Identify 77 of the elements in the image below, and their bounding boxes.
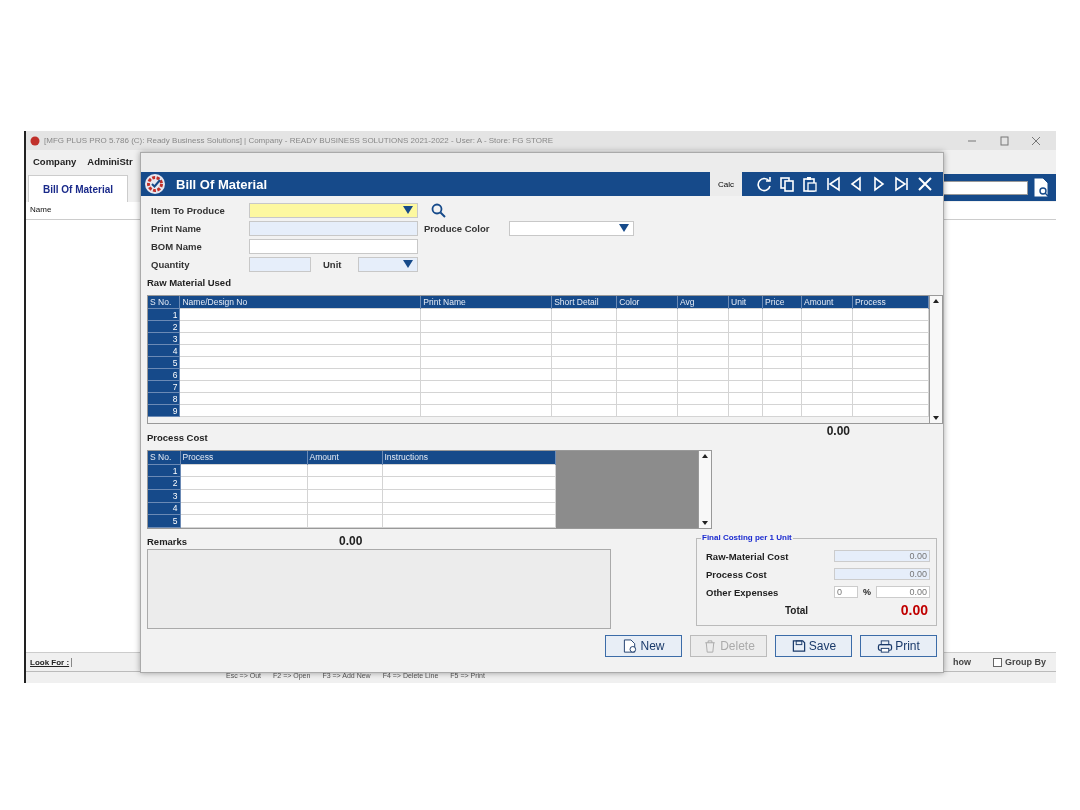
show-label: how xyxy=(953,657,971,667)
refresh-icon[interactable] xyxy=(756,176,772,192)
window-title: [MFG PLUS PRO 5.786 (C): Ready Business Solutions] | Company - READY BUSINESS SOLUTIONS 2021-2022 - User: A - Store: FG STORE xyxy=(44,136,554,145)
column-header[interactable]: Amount xyxy=(801,296,853,309)
column-header[interactable]: Print Name xyxy=(420,296,552,309)
scrollbar[interactable] xyxy=(930,295,943,424)
checkbox[interactable] xyxy=(993,657,1002,667)
total-amount: 0.00 xyxy=(339,534,363,548)
new-document-icon xyxy=(622,638,639,654)
field-label: Produce Color xyxy=(424,222,491,234)
number-field[interactable] xyxy=(249,256,311,272)
column-header[interactable]: S No. xyxy=(148,296,180,309)
field-label: Quantity xyxy=(151,258,191,270)
column-header[interactable]: Process xyxy=(180,451,307,465)
text-field[interactable] xyxy=(249,220,418,236)
panel-title: Final Costing per 1 Unit xyxy=(701,533,793,542)
field-label: Unit xyxy=(323,258,343,270)
dropdown-arrow-icon[interactable] xyxy=(619,224,629,232)
column-header[interactable]: Avg xyxy=(677,296,729,309)
last-record-icon[interactable] xyxy=(894,176,910,192)
next-icon[interactable] xyxy=(871,176,887,192)
field-label: Process Cost xyxy=(706,568,768,580)
close-icon[interactable] xyxy=(917,176,933,192)
remarks-label: Remarks xyxy=(147,535,189,547)
column-header[interactable]: S No. xyxy=(148,451,180,465)
remarks-field[interactable] xyxy=(147,549,611,629)
column-header[interactable]: Instructions xyxy=(382,451,555,465)
tab[interactable]: Bill Of Material xyxy=(28,175,128,202)
app-logo-icon xyxy=(30,135,40,146)
section-title: Raw Material Used xyxy=(147,277,232,289)
first-record-icon[interactable] xyxy=(825,176,841,192)
look-for-label: Look For : xyxy=(30,657,73,667)
value-field[interactable]: 0.00 xyxy=(876,586,930,598)
menu-item[interactable]: AdminiStr xyxy=(87,155,133,167)
column-header[interactable]: Price xyxy=(762,296,802,309)
document-search-icon[interactable] xyxy=(1032,176,1050,199)
total-label: Total xyxy=(785,604,810,616)
dropdown-field[interactable] xyxy=(249,202,418,218)
calc-button[interactable]: Calc xyxy=(710,172,742,196)
row-number: 1 xyxy=(148,464,180,477)
column-header[interactable]: Color xyxy=(616,296,678,309)
search-field[interactable] xyxy=(942,180,1028,195)
copy-icon[interactable] xyxy=(779,176,795,192)
search-icon[interactable] xyxy=(431,202,446,218)
dropdown-field[interactable] xyxy=(358,256,418,272)
column-header[interactable]: Name xyxy=(30,205,52,214)
total-value: 0.00 xyxy=(899,602,929,618)
dropdown-arrow-icon[interactable] xyxy=(403,260,413,268)
previous-icon[interactable] xyxy=(848,176,864,192)
printer-icon xyxy=(877,638,894,654)
section-title: Process Cost xyxy=(147,432,209,444)
value-field[interactable]: 0.00 xyxy=(834,568,930,580)
total-amount: 0.00 xyxy=(826,424,850,438)
dropdown-arrow-icon[interactable] xyxy=(403,206,413,214)
column-header[interactable]: Name/Design No xyxy=(180,296,421,309)
dropdown-field[interactable] xyxy=(509,220,634,236)
column-header[interactable]: Amount xyxy=(307,451,382,465)
field-label: Other Expenses xyxy=(706,586,780,598)
text-field[interactable] xyxy=(249,238,418,254)
column-header[interactable]: Process xyxy=(852,296,929,309)
dialog-title: Bill Of Material xyxy=(176,176,268,192)
field-label: Print Name xyxy=(151,222,203,234)
menu-item[interactable]: Company xyxy=(33,155,77,167)
percent-sign: % xyxy=(862,587,872,597)
field-label: Raw-Material Cost xyxy=(706,550,790,562)
field-label: BOM Name xyxy=(151,240,203,252)
row-number: 1 xyxy=(148,308,180,321)
new-button[interactable]: New xyxy=(605,635,682,657)
column-header[interactable]: Unit xyxy=(728,296,763,309)
value-field[interactable]: 0.00 xyxy=(834,550,930,562)
save-button[interactable]: Save xyxy=(775,635,852,657)
checkbox-label: Group By xyxy=(1005,657,1046,667)
column-header[interactable]: Short Detail xyxy=(551,296,617,309)
field-label: Item To Produce xyxy=(151,204,226,216)
percent-field[interactable]: 0 xyxy=(834,586,858,598)
paste-icon[interactable] xyxy=(802,176,818,192)
print-button[interactable]: Print xyxy=(860,635,937,657)
